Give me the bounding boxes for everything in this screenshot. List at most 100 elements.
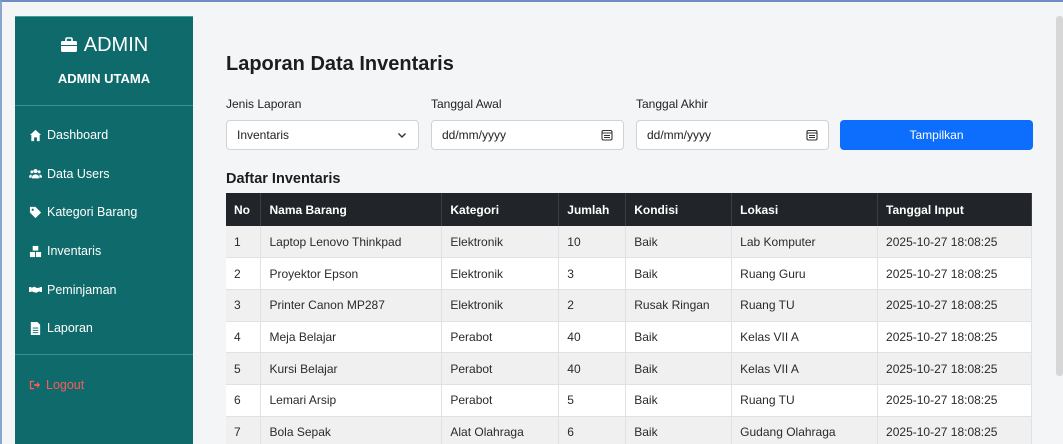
table-cell: 2025-10-27 18:08:25 xyxy=(877,384,1032,417)
table-cell: Lab Komputer xyxy=(731,226,879,259)
sidebar-item-label: Laporan xyxy=(47,321,93,336)
sidebar-item-data-users[interactable]: Data Users xyxy=(15,155,193,194)
table-cell: 2025-10-27 18:08:25 xyxy=(877,416,1032,444)
table-cell: 40 xyxy=(558,352,627,385)
table-cell: Elektronik xyxy=(441,289,560,322)
table-cell: Perabot xyxy=(441,352,560,385)
column-header: Lokasi xyxy=(731,193,879,226)
table-cell: Ruang TU xyxy=(731,384,879,417)
table-cell: Baik xyxy=(625,384,733,417)
sidebar-item-label: Peminjaman xyxy=(47,282,117,297)
sidebar-item-peminjaman[interactable]: Peminjaman xyxy=(15,270,193,309)
table-cell: Gudang Olahraga xyxy=(731,416,879,444)
column-header: Kondisi xyxy=(625,193,733,226)
table-cell: 5 xyxy=(558,384,627,417)
tanggal-akhir-input[interactable]: dd/mm/yyyy xyxy=(636,120,829,150)
table-row: 2 Proyektor Epson Elektronik 3 Baik Ruang Gur… xyxy=(226,257,1032,290)
tanggal-awal-input[interactable]: dd/mm/yyyy xyxy=(431,120,624,150)
table-cell: Kursi Belajar xyxy=(260,352,443,385)
table-cell: Ruang Guru xyxy=(731,257,879,290)
sign-out-icon xyxy=(29,380,41,390)
users-icon xyxy=(29,169,42,179)
sidebar-menu: Dashboard Data Users Kategori Barang Inv… xyxy=(15,106,193,355)
table-cell: 6 xyxy=(226,384,262,417)
section-title: Daftar Inventaris xyxy=(226,171,341,187)
table-cell: 3 xyxy=(558,257,627,290)
tanggal-awal-placeholder: dd/mm/yyyy xyxy=(442,128,507,142)
logout-link[interactable]: Logout xyxy=(15,378,193,392)
column-header: No xyxy=(226,193,262,226)
column-header: Tanggal Input xyxy=(877,193,1032,226)
column-header: Jumlah xyxy=(558,193,627,226)
table-cell: Perabot xyxy=(441,384,560,417)
table-cell: Rusak Ringan xyxy=(625,289,733,322)
table-cell: 1 xyxy=(226,226,262,259)
tampilkan-button[interactable]: Tampilkan xyxy=(840,120,1033,150)
column-header: Nama Barang xyxy=(260,193,443,226)
table-cell: Printer Canon MP287 xyxy=(260,289,443,322)
table-cell: Alat Olahraga xyxy=(441,416,560,444)
table-cell: Proyektor Epson xyxy=(260,257,443,290)
logout-label: Logout xyxy=(46,378,85,392)
table-cell: Elektronik xyxy=(441,226,560,259)
sidebar-item-laporan[interactable]: Laporan xyxy=(15,309,193,348)
scrollbar[interactable] xyxy=(1056,16,1063,376)
brand-title: ADMIN xyxy=(15,33,193,57)
sidebar-item-label: Kategori Barang xyxy=(47,205,138,220)
column-header: Kategori xyxy=(441,193,560,226)
table-row: 4 Meja Belajar Perabot 40 Baik Kelas VII A 202… xyxy=(226,321,1032,354)
table-cell: 40 xyxy=(558,321,627,354)
table-cell: Ruang TU xyxy=(731,289,879,322)
sidebar-item-inventaris[interactable]: Inventaris xyxy=(15,232,193,271)
table-cell: Baik xyxy=(625,416,733,444)
brand-title-text: ADMIN xyxy=(83,33,149,56)
table-cell: 2 xyxy=(558,289,627,322)
boxes-icon xyxy=(29,245,42,257)
table-cell: 2025-10-27 18:08:25 xyxy=(877,226,1032,259)
main-content: Laporan Data Inventaris Jenis Laporan Ta… xyxy=(193,16,1063,444)
table-cell: 7 xyxy=(226,416,262,444)
table-cell: Lemari Arsip xyxy=(260,384,443,417)
table-cell: 2 xyxy=(226,257,262,290)
table-cell: Kelas VII A xyxy=(731,321,879,354)
table-cell: Elektronik xyxy=(441,257,560,290)
chevron-down-icon xyxy=(398,133,406,138)
table-cell: 2025-10-27 18:08:25 xyxy=(877,289,1032,322)
jenis-laporan-label: Jenis Laporan xyxy=(226,97,302,111)
file-icon xyxy=(30,321,41,335)
table-cell: Baik xyxy=(625,257,733,290)
tag-icon xyxy=(29,206,42,219)
table-cell: 2025-10-27 18:08:25 xyxy=(877,257,1032,290)
table-cell: 3 xyxy=(226,289,262,322)
table-header-row: No Nama Barang Kategori Jumlah Kondisi Lokasi… xyxy=(226,193,1032,226)
app-window: ADMIN ADMIN UTAMA Dashboard Data Users K… xyxy=(0,0,1063,444)
sidebar-item-label: Dashboard xyxy=(47,128,109,143)
table-cell: 2025-10-27 18:08:25 xyxy=(877,321,1032,354)
table-cell: 10 xyxy=(558,226,627,259)
table-header: No Nama Barang Kategori Jumlah Kondisi Lokasi… xyxy=(226,193,1032,226)
home-icon xyxy=(29,129,42,141)
table-cell: 6 xyxy=(558,416,627,444)
table-cell: Laptop Lenovo Thinkpad xyxy=(260,226,443,259)
calendar-icon xyxy=(806,129,818,141)
sidebar-brand: ADMIN ADMIN UTAMA xyxy=(15,17,193,106)
tanggal-akhir-label: Tanggal Akhir xyxy=(636,97,709,111)
briefcase-icon xyxy=(60,37,77,52)
table-cell: Kelas VII A xyxy=(731,352,879,385)
inventaris-table: No Nama Barang Kategori Jumlah Kondisi Lokasi… xyxy=(226,193,1032,444)
table-row: 3 Printer Canon MP287 Elektronik 2 Rusak Rin… xyxy=(226,289,1032,322)
table-cell: 2025-10-27 18:08:25 xyxy=(877,352,1032,385)
brand-subtitle: ADMIN UTAMA xyxy=(57,71,151,86)
jenis-laporan-value: Inventaris xyxy=(237,128,290,142)
table-row: 5 Kursi Belajar Perabot 40 Baik Kelas VII A 20… xyxy=(226,352,1032,385)
sidebar-item-dashboard[interactable]: Dashboard xyxy=(15,116,193,155)
table-cell: Baik xyxy=(625,352,733,385)
table-cell: Perabot xyxy=(441,321,560,354)
table-cell: 4 xyxy=(226,321,262,354)
sidebar-item-label: Inventaris xyxy=(47,244,102,259)
jenis-laporan-select[interactable]: Inventaris xyxy=(226,120,419,150)
table-row: 6 Lemari Arsip Perabot 5 Baik Ruang TU 2025-10… xyxy=(226,384,1032,417)
table-row: 7 Bola Sepak Alat Olahraga 6 Baik Gudang Olah… xyxy=(226,416,1032,444)
table-body: 1 Laptop Lenovo Thinkpad Elektronik 10 Baik L… xyxy=(226,226,1032,444)
sidebar-item-kategori-barang[interactable]: Kategori Barang xyxy=(15,193,193,232)
